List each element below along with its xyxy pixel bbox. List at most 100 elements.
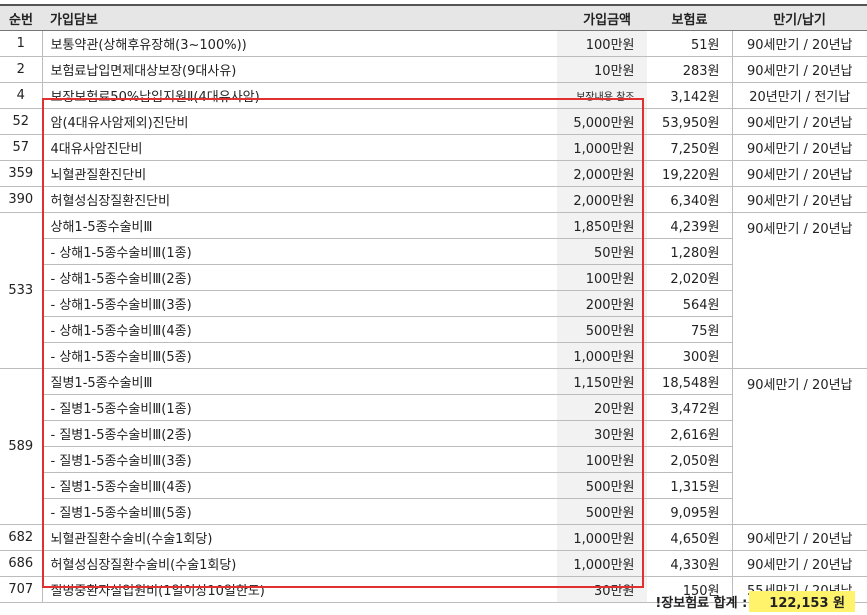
row-amount: 500만원 (557, 498, 648, 525)
row-no: 533 (0, 212, 43, 369)
row-premium: 53,950원 (647, 108, 732, 135)
table-row: 533 상해1-5종수술비Ⅲ 1,850만원 4,239원 90세만기 / 20… (0, 212, 867, 369)
row-premium: 7,250원 (647, 134, 732, 161)
row-coverage: - 질병1-5종수술비Ⅲ(1종) (42, 394, 557, 421)
row-coverage: 허혈성심장질환수술비(수술1회당) (42, 550, 557, 577)
row-coverage: 뇌혈관질환수술비(수술1회당) (42, 524, 557, 551)
row-coverage: - 상해1-5종수술비Ⅲ(2종) (42, 264, 557, 291)
row-coverage: - 질병1-5종수술비Ⅲ(2종) (42, 420, 557, 447)
table-row: 686 허혈성심장질환수술비(수술1회당) 1,000만원 4,330원 90세… (0, 550, 867, 577)
row-coverage: - 상해1-5종수술비Ⅲ(3종) (42, 290, 557, 317)
table-row: 682 뇌혈관질환수술비(수술1회당) 1,000만원 4,650원 90세만기… (0, 524, 867, 551)
row-coverage: 보통약관(상해후유장해(3~100%)) (42, 30, 557, 57)
row-amount: 100만원 (557, 30, 648, 57)
row-term: 90세만기 / 20년납 (731, 30, 867, 57)
total-value: 122,153 원 (749, 590, 855, 612)
table-row: 2 보험료납입면제대상보장(9대사유) 10만원 283원 90세만기 / 20… (0, 56, 867, 83)
row-coverage: 4대유사암진단비 (42, 134, 557, 161)
row-no: 707 (0, 576, 43, 603)
row-premium: 564원 (647, 290, 732, 317)
row-term: 90세만기 / 20년납 (731, 134, 867, 161)
row-term: 90세만기 / 20년납 (731, 108, 867, 135)
premium-total: !장보험료 합계 : 122,153 원 (655, 590, 855, 612)
row-premium: 4,239원 (647, 212, 732, 239)
header-amount: 가입금액 (557, 4, 647, 31)
row-amount: 1,000만원 (557, 342, 648, 369)
row-amount: 1,000만원 (557, 524, 648, 551)
header-coverage: 가입담보 (42, 4, 557, 31)
row-term: 90세만기 / 20년납 (731, 160, 867, 187)
row-amount: 2,000만원 (557, 186, 648, 213)
row-amount: 500만원 (557, 316, 648, 343)
total-label: !장보험료 합계 : (655, 595, 748, 611)
row-no: 52 (0, 108, 43, 135)
table-row: 52 암(4대유사암제외)진단비 5,000만원 53,950원 90세만기 /… (0, 108, 867, 135)
row-coverage: 허혈성심장질환진단비 (42, 186, 557, 213)
row-amount: 보장내용 참조 (557, 82, 648, 109)
table-row: 390 허혈성심장질환진단비 2,000만원 6,340원 90세만기 / 20… (0, 186, 867, 213)
row-premium: 3,142원 (647, 82, 732, 109)
row-amount: 2,000만원 (557, 160, 648, 187)
row-coverage: 보험료납입면제대상보장(9대사유) (42, 56, 557, 83)
row-premium: 1,280원 (647, 238, 732, 265)
coverage-table: 순번 가입담보 가입금액 보험료 만기/납기 1 보통약관(상해후유장해(3~1… (0, 4, 867, 603)
row-coverage: - 질병1-5종수술비Ⅲ(4종) (42, 472, 557, 499)
row-premium: 18,548원 (647, 368, 732, 395)
row-amount: 500만원 (557, 472, 648, 499)
row-amount: 1,000만원 (557, 134, 648, 161)
table-row: 359 뇌혈관질환진단비 2,000만원 19,220원 90세만기 / 20년… (0, 160, 867, 187)
row-coverage: 질병1-5종수술비Ⅲ (42, 368, 557, 395)
row-amount: 1,150만원 (557, 368, 648, 395)
row-premium: 4,650원 (647, 524, 732, 551)
table-header-row: 순번 가입담보 가입금액 보험료 만기/납기 (0, 4, 867, 31)
row-no: 4 (0, 82, 43, 109)
row-amount: 200만원 (557, 290, 648, 317)
row-term: 90세만기 / 20년납 (731, 368, 867, 525)
row-amount: 10만원 (557, 56, 648, 83)
row-premium: 51원 (647, 30, 732, 57)
row-amount: 1,000만원 (557, 550, 648, 577)
row-no: 57 (0, 134, 43, 161)
row-premium: 283원 (647, 56, 732, 83)
row-amount: 50만원 (557, 238, 648, 265)
row-premium: 3,472원 (647, 394, 732, 421)
row-premium: 19,220원 (647, 160, 732, 187)
row-premium: 6,340원 (647, 186, 732, 213)
row-amount: 30만원 (557, 420, 648, 447)
row-coverage: 뇌혈관질환진단비 (42, 160, 557, 187)
header-term: 만기/납기 (732, 4, 867, 31)
row-no: 1 (0, 30, 43, 57)
row-amount: 100만원 (557, 264, 648, 291)
row-coverage: - 상해1-5종수술비Ⅲ(5종) (42, 342, 557, 369)
row-amount: 5,000만원 (557, 108, 648, 135)
row-coverage: - 질병1-5종수술비Ⅲ(5종) (42, 498, 557, 525)
row-premium: 1,315원 (647, 472, 732, 499)
row-term: 90세만기 / 20년납 (731, 212, 867, 369)
row-no: 390 (0, 186, 43, 213)
row-term: 20년만기 / 전기납 (731, 82, 867, 109)
row-term: 90세만기 / 20년납 (731, 56, 867, 83)
header-premium: 보험료 (647, 4, 732, 31)
row-amount: 20만원 (557, 394, 648, 421)
row-amount: 1,850만원 (557, 212, 648, 239)
row-coverage: - 상해1-5종수술비Ⅲ(4종) (42, 316, 557, 343)
row-coverage: - 질병1-5종수술비Ⅲ(3종) (42, 446, 557, 473)
row-premium: 4,330원 (647, 550, 732, 577)
row-premium: 9,095원 (647, 498, 732, 525)
row-coverage: 암(4대유사암제외)진단비 (42, 108, 557, 135)
row-premium: 75원 (647, 316, 732, 343)
row-premium: 300원 (647, 342, 732, 369)
table-row: 1 보통약관(상해후유장해(3~100%)) 100만원 51원 90세만기 /… (0, 30, 867, 57)
row-term: 90세만기 / 20년납 (731, 186, 867, 213)
row-premium: 2,020원 (647, 264, 732, 291)
row-no: 682 (0, 524, 43, 551)
row-coverage: 질병중환자실입원비(1일이상10일한도) (42, 576, 557, 603)
row-no: 359 (0, 160, 43, 187)
row-term: 90세만기 / 20년납 (731, 524, 867, 551)
row-coverage: - 상해1-5종수술비Ⅲ(1종) (42, 238, 557, 265)
header-no: 순번 (0, 4, 42, 31)
row-no: 589 (0, 368, 43, 525)
row-coverage: 보장보험료50%납입지원Ⅱ(4대유사암) (42, 82, 557, 109)
row-amount: 30만원 (557, 576, 648, 603)
table-row: 57 4대유사암진단비 1,000만원 7,250원 90세만기 / 20년납 (0, 134, 867, 161)
